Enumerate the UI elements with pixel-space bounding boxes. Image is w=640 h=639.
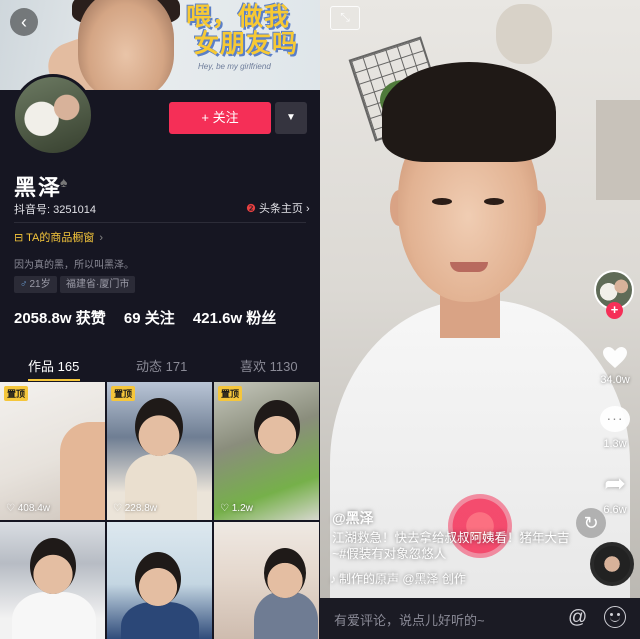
pinned-badge: 置顶 <box>4 386 29 401</box>
thumbnail-head <box>135 398 183 456</box>
like-count: 34.0w <box>600 374 630 386</box>
tab-likes[interactable]: 喜欢 1130 <box>240 356 298 375</box>
comment-input[interactable]: 有爱评论，说点儿好听的~ <box>334 610 485 629</box>
fans-count[interactable]: 421.6w 粉丝 <box>193 310 276 327</box>
profile-bio: 因为真的黑，所以叫黑泽。 <box>14 260 134 271</box>
person-shirt <box>330 300 630 639</box>
age-label: 21岁 <box>29 279 51 290</box>
profile-avatar[interactable] <box>12 74 94 156</box>
thumbnail-head <box>264 548 306 598</box>
back-arrow-icon: ‹ <box>21 12 27 32</box>
toutiao-icon: ❷ <box>246 203 256 215</box>
collapse-icon: ⤡ <box>340 10 350 24</box>
video-caption: 江湖救急！快去拿给叔叔阿姨看！猪年大吉~#假装有对象忽悠人 <box>332 531 570 561</box>
video-thumbnail[interactable]: 置顶 ♡ 408.4w <box>0 382 105 520</box>
profile-stats: 2058.8w 获赞 69 关注 421.6w 粉丝 <box>14 307 290 328</box>
follow-plus-icon[interactable]: + <box>606 302 623 319</box>
profile-panel: 喂，做我 女朋友吗 Hey, be my girlfriend ‹ + 关注 ▼… <box>0 0 320 639</box>
music-disc-icon[interactable] <box>590 542 634 586</box>
thumbnail-hand <box>60 422 105 520</box>
video-panel[interactable]: ⤡ + 34.0w 1.3w ➦ 6.6w ↻ @黑泽 江湖救急！快去拿给叔叔阿… <box>320 0 640 639</box>
thumbnail-body <box>121 602 199 639</box>
tab-works[interactable]: 作品 165 <box>28 356 79 375</box>
male-icon: ♂ <box>20 279 28 290</box>
tab-activity[interactable]: 动态 171 <box>136 356 187 375</box>
follow-button[interactable]: + 关注 <box>169 102 271 134</box>
comment-bar: 有爱评论，说点儿好听的~ @ <box>320 598 640 639</box>
heart-icon[interactable] <box>602 346 628 370</box>
collapse-button[interactable]: ⤡ <box>330 6 360 30</box>
thumbnail-body <box>254 592 318 639</box>
back-button[interactable]: ‹ <box>10 8 38 36</box>
comment-icon[interactable] <box>600 406 630 432</box>
person-eye <box>484 198 504 205</box>
person-mouth <box>450 262 488 272</box>
thumbnail-head <box>30 538 76 594</box>
banner-title-line1: 喂，做我 <box>186 3 291 31</box>
thumbnail-head <box>135 552 181 606</box>
pinned-badge: 置顶 <box>111 386 136 401</box>
shop-icon: ⊟ <box>14 232 24 244</box>
banner-title: 喂，做我 女朋友吗 <box>186 4 298 58</box>
chevron-down-icon: ▼ <box>286 112 296 123</box>
banner-subtitle: Hey, be my girlfriend <box>198 62 271 71</box>
music-title: 制作的原声 @黑泽 创作 <box>339 572 466 586</box>
video-grid: 置顶 ♡ 408.4w 置顶 ♡ 228.8w 置顶 ♡ 1.2w <box>0 382 320 639</box>
screenshot-root: 喂，做我 女朋友吗 Hey, be my girlfriend ‹ + 关注 ▼… <box>0 0 640 639</box>
likes-count[interactable]: 2058.8w 获赞 <box>14 310 106 327</box>
video-thumbnail[interactable]: 置顶 ♡ 1.2w <box>214 382 319 520</box>
profile-name: 黑泽 <box>14 175 63 200</box>
toutiao-homepage-link[interactable]: ❷ 头条主页 › <box>246 200 310 216</box>
product-showcase-link[interactable]: ⊟ TA的商品橱窗 › <box>14 229 103 245</box>
toutiao-label: 头条主页 › <box>258 203 310 215</box>
person-hair <box>382 62 556 162</box>
divider <box>14 222 306 223</box>
emoji-icon[interactable] <box>604 606 626 628</box>
location-tag: 福建省·厦门市 <box>60 276 136 293</box>
douyin-id: 抖音号: 3251014 <box>14 204 96 216</box>
spade-badge-icon: ♠ <box>60 174 68 190</box>
thumbnail-likes: ♡ 1.2w <box>220 503 253 514</box>
at-mention-icon[interactable]: @ <box>568 607 587 629</box>
thumbnail-body <box>12 592 96 639</box>
thumbnail-likes: ♡ 228.8w <box>113 503 157 514</box>
video-author[interactable]: @黑泽 <box>332 508 374 528</box>
comment-count: 1.3w <box>603 438 627 450</box>
banner-photo-face <box>78 0 174 90</box>
banner-title-line2: 女朋友吗 <box>194 30 299 58</box>
age-tag: ♂ 21岁 <box>14 276 57 293</box>
tab-active-indicator <box>28 379 80 381</box>
pinned-badge: 置顶 <box>218 386 243 401</box>
person-eye <box>432 198 452 205</box>
video-thumbnail[interactable] <box>107 522 212 639</box>
profile-tabs: 作品 165 动态 171 喜欢 1130 <box>0 346 320 382</box>
chevron-right-icon: › <box>99 232 104 244</box>
video-thumbnail[interactable] <box>214 522 319 639</box>
music-note-icon: ♪ <box>330 572 336 586</box>
replay-icon[interactable]: ↻ <box>576 508 606 538</box>
shop-label: TA的商品橱窗 <box>26 232 95 244</box>
thumbnail-head <box>254 400 300 454</box>
share-icon[interactable]: ➦ <box>598 468 632 499</box>
music-ticker[interactable]: ♪ 制作的原声 @黑泽 创作 <box>330 570 466 587</box>
video-thumbnail[interactable] <box>0 522 105 639</box>
shelf <box>596 100 640 200</box>
more-dropdown-button[interactable]: ▼ <box>275 102 307 134</box>
video-thumbnail[interactable]: 置顶 ♡ 228.8w <box>107 382 212 520</box>
wall-decoration <box>496 4 552 64</box>
following-count[interactable]: 69 关注 <box>124 310 175 327</box>
thumbnail-likes: ♡ 408.4w <box>6 503 50 514</box>
